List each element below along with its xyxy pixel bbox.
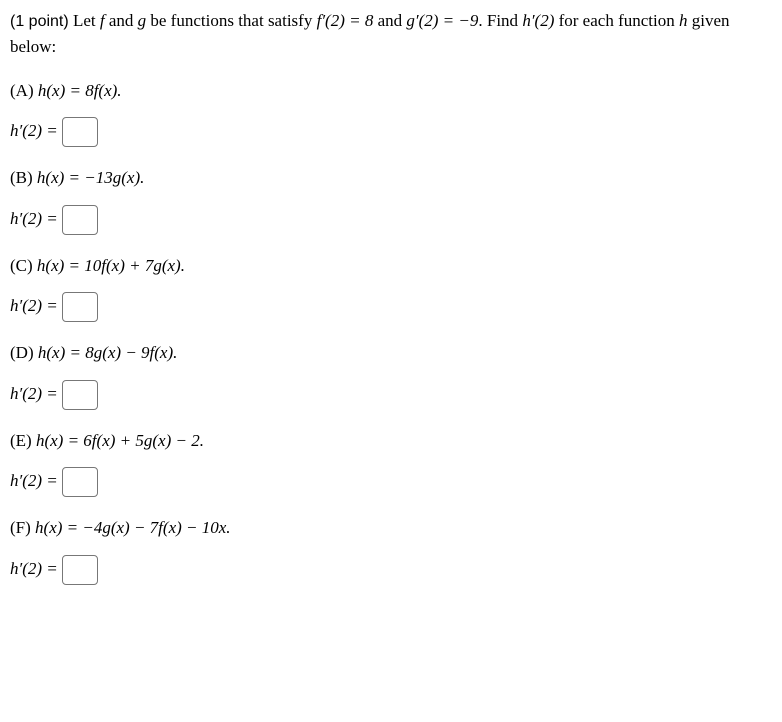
intro-hprime: h′(2) — [522, 11, 554, 30]
problem-intro: (1 point) Let f and g be functions that … — [10, 8, 772, 60]
answer-input-f[interactable] — [62, 555, 98, 585]
intro-and2: and — [373, 11, 406, 30]
answer-input-d[interactable] — [62, 380, 98, 410]
part-c: (C) h(x) = 10f(x) + 7g(x). — [10, 253, 772, 279]
answer-input-e[interactable] — [62, 467, 98, 497]
answer-prefix-e: h′(2) = — [10, 471, 58, 490]
part-a: (A) h(x) = 8f(x). — [10, 78, 772, 104]
part-f-expr: h(x) = −4g(x) − 7f(x) − 10x. — [35, 518, 231, 537]
answer-input-b[interactable] — [62, 205, 98, 235]
intro-text-2: be functions that satisfy — [146, 11, 316, 30]
intro-text-1: Let — [69, 11, 100, 30]
answer-prefix-f: h′(2) = — [10, 558, 58, 577]
part-d: (D) h(x) = 8g(x) − 9f(x). — [10, 340, 772, 366]
part-c-label: (C) — [10, 256, 37, 275]
answer-row-b: h′(2) = — [10, 205, 772, 235]
answer-prefix-c: h′(2) = — [10, 296, 58, 315]
answer-row-a: h′(2) = — [10, 117, 772, 147]
part-f-label: (F) — [10, 518, 35, 537]
intro-fprime: f′(2) = 8 — [317, 11, 374, 30]
part-b-expr: h(x) = −13g(x). — [37, 168, 144, 187]
answer-row-d: h′(2) = — [10, 380, 772, 410]
answer-prefix-a: h′(2) = — [10, 121, 58, 140]
part-a-label: (A) — [10, 81, 38, 100]
intro-g: g — [138, 11, 147, 30]
answer-row-e: h′(2) = — [10, 467, 772, 497]
intro-text-4: for each function — [554, 11, 679, 30]
intro-text-3: . Find — [478, 11, 522, 30]
part-a-expr: h(x) = 8f(x). — [38, 81, 122, 100]
answer-row-f: h′(2) = — [10, 555, 772, 585]
part-b: (B) h(x) = −13g(x). — [10, 165, 772, 191]
part-b-label: (B) — [10, 168, 37, 187]
answer-input-a[interactable] — [62, 117, 98, 147]
answer-prefix-d: h′(2) = — [10, 383, 58, 402]
part-e: (E) h(x) = 6f(x) + 5g(x) − 2. — [10, 428, 772, 454]
part-e-expr: h(x) = 6f(x) + 5g(x) − 2. — [36, 431, 204, 450]
answer-input-c[interactable] — [62, 292, 98, 322]
part-e-label: (E) — [10, 431, 36, 450]
intro-and: and — [105, 11, 138, 30]
answer-prefix-b: h′(2) = — [10, 208, 58, 227]
part-d-expr: h(x) = 8g(x) − 9f(x). — [38, 343, 178, 362]
answer-row-c: h′(2) = — [10, 292, 772, 322]
points-label: (1 point) — [10, 13, 69, 30]
intro-gprime: g′(2) = −9 — [406, 11, 478, 30]
part-d-label: (D) — [10, 343, 38, 362]
part-f: (F) h(x) = −4g(x) − 7f(x) − 10x. — [10, 515, 772, 541]
part-c-expr: h(x) = 10f(x) + 7g(x). — [37, 256, 185, 275]
